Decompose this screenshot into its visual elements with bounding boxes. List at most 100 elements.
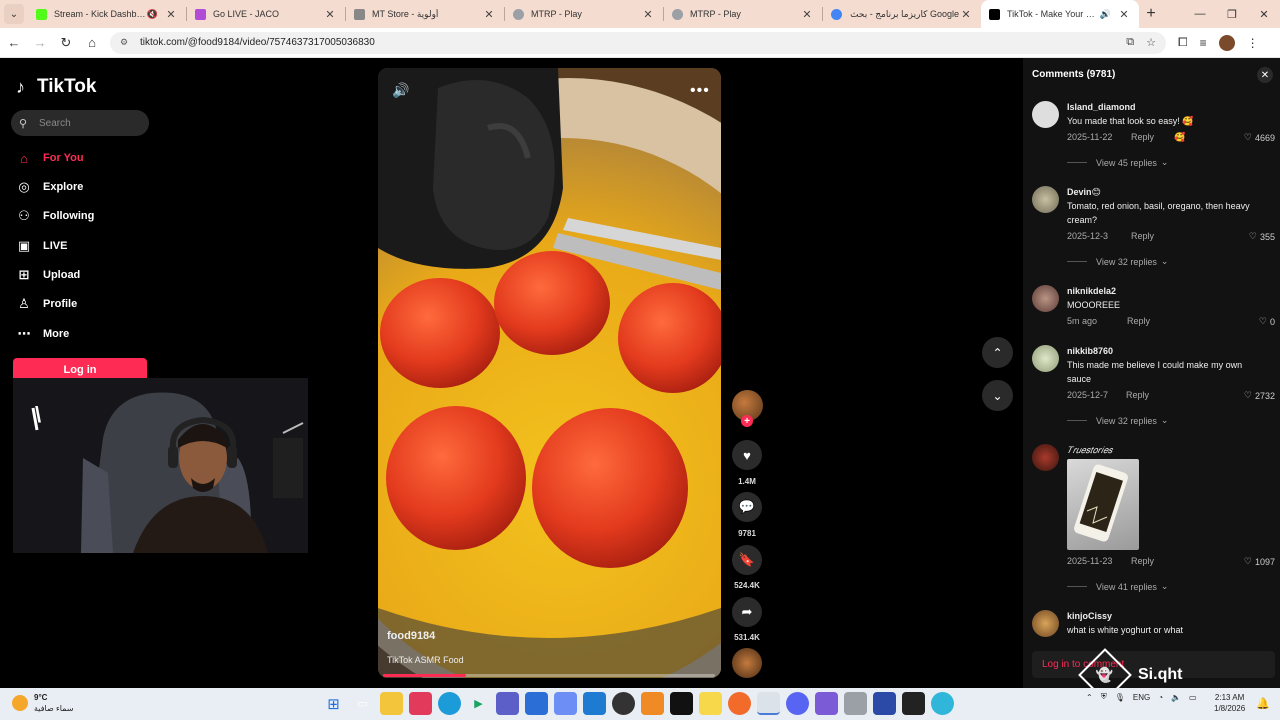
follow-plus-icon[interactable]: + xyxy=(741,415,753,427)
minimize-icon[interactable]: — xyxy=(1184,8,1216,20)
reply-button[interactable]: Reply xyxy=(1131,231,1154,242)
comment-avatar[interactable] xyxy=(1032,101,1059,128)
teams-icon[interactable] xyxy=(496,692,519,715)
tab-close-icon[interactable]: ✕ xyxy=(641,8,655,21)
windows-start-icon[interactable]: ⊞ xyxy=(322,692,345,715)
comment-avatar[interactable] xyxy=(1032,444,1059,471)
comment-avatar[interactable] xyxy=(1032,186,1059,213)
speaker-icon[interactable]: 🔈 xyxy=(1171,693,1181,702)
reload-icon[interactable]: ↻ xyxy=(54,31,78,55)
tray-overflow-icon[interactable]: ⌃ xyxy=(1086,693,1093,702)
comment-avatar[interactable] xyxy=(1032,610,1059,637)
share-button[interactable]: ➦ xyxy=(732,597,762,627)
browser-tab[interactable]: MT Store - أولوية ✕ xyxy=(346,0,504,28)
next-video-button[interactable]: ⌄ xyxy=(982,380,1013,411)
language-indicator[interactable]: ENG xyxy=(1133,693,1150,702)
menu-icon[interactable]: ⋮ xyxy=(1247,36,1259,50)
comment-like-button[interactable]: ♡ 1097 xyxy=(1244,556,1275,567)
app-red-icon[interactable] xyxy=(409,692,432,715)
save-button[interactable]: 🔖 xyxy=(732,545,762,575)
comment-like-button[interactable]: ♡ 355 xyxy=(1249,231,1275,242)
close-window-icon[interactable]: ✕ xyxy=(1248,8,1280,21)
weather-widget[interactable]: 9°C سماء صافية xyxy=(12,692,74,714)
comment-username[interactable]: kinjoCissy xyxy=(1067,611,1112,621)
view-replies-button[interactable]: View 41 replies ⌄ xyxy=(1067,581,1168,592)
tab-close-icon[interactable]: ✕ xyxy=(482,8,496,21)
comment-username[interactable]: niknikdela2 xyxy=(1067,286,1116,296)
tab-close-icon[interactable]: ✕ xyxy=(164,8,178,21)
back-icon[interactable]: ← xyxy=(2,31,26,55)
close-comments-icon[interactable]: ✕ xyxy=(1257,67,1273,83)
nav-live[interactable]: ▣ LIVE xyxy=(16,238,68,254)
tab-close-icon[interactable]: ✕ xyxy=(800,8,814,21)
comment-like-button[interactable]: ♡ 0 xyxy=(1259,316,1275,327)
sticky-notes-icon[interactable] xyxy=(699,692,722,715)
system-clock[interactable]: 2:13 AM 1/8/2026 xyxy=(1214,692,1245,714)
comment-username[interactable]: Devin😊 xyxy=(1067,187,1101,198)
reply-button[interactable]: Reply xyxy=(1127,316,1150,327)
app-purple-icon[interactable] xyxy=(815,692,838,715)
reply-button[interactable]: Reply xyxy=(1131,556,1154,567)
comment-button[interactable]: 💬 xyxy=(732,492,762,522)
browser-tab[interactable]: كاريزما برنامج - بحث Google ✕ xyxy=(823,0,981,28)
app-cyan-icon[interactable] xyxy=(931,692,954,715)
view-replies-button[interactable]: View 32 replies ⌄ xyxy=(1067,415,1168,426)
tab-close-icon[interactable]: ✕ xyxy=(959,8,973,21)
tiktok-app-icon[interactable] xyxy=(670,692,693,715)
comment-image[interactable] xyxy=(1067,459,1139,550)
copilot-icon[interactable] xyxy=(554,692,577,715)
microphone-icon[interactable]: 🎙 xyxy=(1115,693,1125,702)
view-replies-button[interactable]: View 32 replies ⌄ xyxy=(1067,256,1168,267)
volume-icon[interactable]: 🔊 xyxy=(392,82,409,99)
store-icon[interactable] xyxy=(525,692,548,715)
comment-username[interactable]: Island_diamond xyxy=(1067,102,1136,112)
tab-muted-icon[interactable]: 🔇 xyxy=(147,9,158,20)
task-view-icon[interactable]: ▭ xyxy=(351,692,374,715)
like-button[interactable]: ♥ xyxy=(732,440,762,470)
reply-button[interactable]: Reply xyxy=(1126,390,1149,401)
app-blue-icon[interactable] xyxy=(583,692,606,715)
nav-more[interactable]: ⋯ More xyxy=(16,326,70,342)
nav-for-you[interactable]: ⌂ For You xyxy=(16,150,83,166)
browser-tab[interactable]: MTRP - Play ✕ xyxy=(505,0,663,28)
edge-icon[interactable] xyxy=(438,692,461,715)
play-store-icon[interactable]: ▶ xyxy=(467,692,490,715)
discord-icon[interactable] xyxy=(786,692,809,715)
browser-tab[interactable]: MTRP - Play ✕ xyxy=(664,0,822,28)
app-navy-icon[interactable] xyxy=(873,692,896,715)
comment-username[interactable]: 𝑇𝑟𝑢𝑒𝑠𝑡𝑜𝑟𝑖𝑒𝑠 xyxy=(1067,445,1112,456)
tiktok-logo[interactable]: ♪ TikTok xyxy=(16,76,96,98)
app-orange-icon[interactable] xyxy=(641,692,664,715)
comment-avatar[interactable] xyxy=(1032,285,1059,312)
app-gray-icon[interactable] xyxy=(844,692,867,715)
file-explorer-icon[interactable] xyxy=(380,692,403,715)
browser-tab[interactable]: Go LIVE - JACO ✕ xyxy=(187,0,345,28)
video-options-icon[interactable]: ••• xyxy=(690,82,710,100)
bookmark-star-icon[interactable]: ☆ xyxy=(1146,36,1156,49)
app-dark-icon[interactable] xyxy=(902,692,925,715)
wifi-icon[interactable]: ◔ xyxy=(1158,693,1163,702)
nav-following[interactable]: ⚇ Following xyxy=(16,208,94,224)
reply-button[interactable]: Reply xyxy=(1131,132,1154,143)
firefox-icon[interactable] xyxy=(728,692,751,715)
search-input[interactable]: ⚲ Search xyxy=(11,110,149,136)
chrome-icon[interactable] xyxy=(757,692,780,715)
site-info-icon[interactable]: ⚙ xyxy=(120,37,132,49)
tab-close-icon[interactable]: ✕ xyxy=(1117,8,1131,21)
tab-close-icon[interactable]: ✕ xyxy=(323,8,337,21)
view-replies-button[interactable]: View 45 replies ⌄ xyxy=(1067,157,1168,168)
tab-search-button[interactable]: ⌄ xyxy=(4,4,24,24)
new-tab-button[interactable]: + xyxy=(1139,5,1163,23)
address-bar[interactable]: ⚙ tiktok.com/@food9184/video/75746373170… xyxy=(110,31,1166,54)
profile-avatar[interactable] xyxy=(1218,34,1235,51)
nav-explore[interactable]: ◎ Explore xyxy=(16,179,83,195)
obs-icon[interactable] xyxy=(612,692,635,715)
forward-icon[interactable]: → xyxy=(28,31,52,55)
music-disc[interactable] xyxy=(732,648,762,678)
restore-icon[interactable]: ❐ xyxy=(1216,8,1248,21)
comment-username[interactable]: nikkib8760 xyxy=(1067,346,1113,356)
tab-audio-icon[interactable]: 🔊 xyxy=(1100,9,1111,20)
media-control-icon[interactable]: ≡ xyxy=(1200,36,1207,50)
battery-icon[interactable]: ▭ xyxy=(1189,693,1197,702)
browser-tab[interactable]: Stream - Kick Dashboard 🔇 ✕ xyxy=(28,0,186,28)
